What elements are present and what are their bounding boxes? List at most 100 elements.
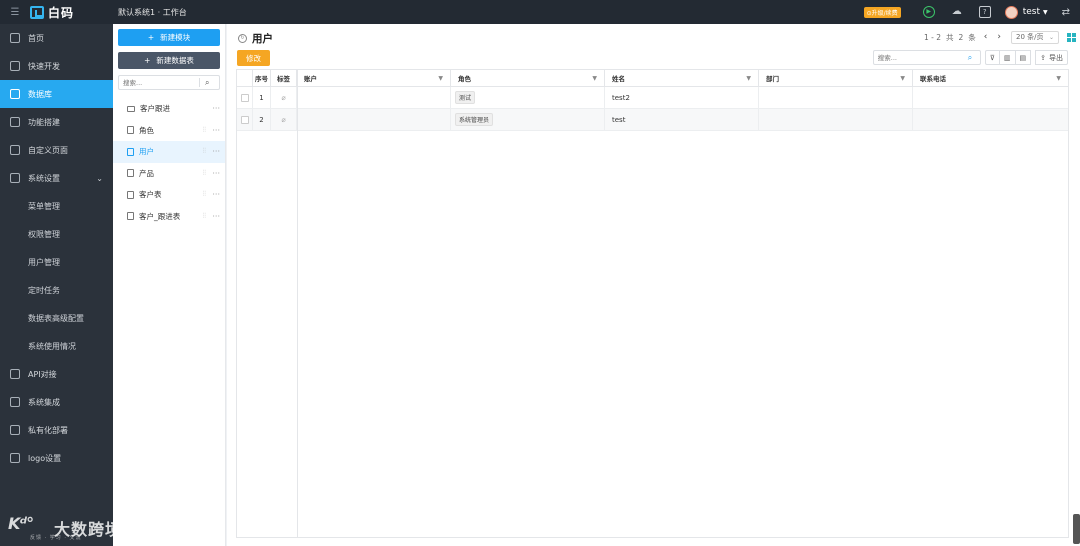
integration-icon	[10, 397, 20, 407]
sidebar-item-deploy[interactable]: 私有化部署	[0, 416, 113, 444]
caret-down-icon[interactable]: ▼	[1043, 9, 1048, 16]
tree-search-input[interactable]	[119, 76, 199, 89]
more-icon[interactable]: ···	[212, 190, 220, 199]
tune-icon[interactable]: ⫶⫶	[203, 126, 207, 135]
more-icon[interactable]: ···	[212, 169, 220, 178]
search-icon[interactable]: ⌕	[205, 78, 209, 88]
sidebar-subitem-permission[interactable]: 权限管理	[0, 220, 113, 248]
new-table-label: 新建数据表	[156, 56, 194, 65]
column-header-label: 角色	[458, 75, 471, 83]
switch-icon[interactable]: ⇄	[1062, 7, 1070, 18]
column-header-phone[interactable]: 联系电话 ▼	[913, 70, 1068, 86]
search-icon[interactable]: ⌕	[968, 53, 972, 63]
tree-search: ⌕	[118, 75, 220, 90]
breadcrumb: 默认系统1 · 工作台	[118, 7, 187, 17]
tree-node-customer[interactable]: 客户表 ⫶⫶ ···	[113, 184, 225, 206]
file-icon	[127, 190, 134, 199]
tune-icon[interactable]: ⫶⫶	[203, 190, 207, 199]
user-name[interactable]: test	[1023, 7, 1040, 17]
sidebar-item-api[interactable]: API对接	[0, 360, 113, 388]
table-row[interactable]: 2 ⌀ 系统管理员 test	[237, 109, 1068, 131]
column-header-name[interactable]: 姓名 ▼	[605, 70, 759, 86]
layout-grid-icon[interactable]	[1067, 32, 1076, 42]
tune-icon[interactable]: ⫶⫶	[203, 212, 207, 221]
logo-settings-icon	[10, 453, 20, 463]
avatar[interactable]	[1004, 5, 1018, 19]
sort-icon[interactable]: ▼	[438, 75, 443, 82]
sidebar-item-build[interactable]: 功能搭建	[0, 108, 113, 136]
sidebar-item-custom-page[interactable]: 自定义页面	[0, 136, 113, 164]
help-icon[interactable]: ?	[978, 6, 991, 18]
sort-icon[interactable]: ▼	[592, 75, 597, 82]
column-header-role[interactable]: 角色 ▼	[451, 70, 605, 86]
more-icon[interactable]: ···	[212, 126, 220, 135]
sidebar-item-label: API对接	[28, 369, 57, 379]
sidebar-item-database[interactable]: 数据库	[0, 80, 113, 108]
sidebar-item-home[interactable]: 首页	[0, 24, 113, 52]
tree-node-user[interactable]: 用户 ⫶⫶ ···	[113, 141, 225, 163]
new-table-button[interactable]: + 新建数据表	[118, 52, 220, 69]
plus-icon: +	[144, 56, 151, 65]
tree-node-customer-follow-table[interactable]: 客户_跟进表 ⫶⫶ ···	[113, 206, 225, 228]
page-size-select[interactable]: 20 条/页 ⌄	[1011, 30, 1059, 44]
column-header-account[interactable]: 账户 ▼	[297, 70, 451, 86]
tree-node-label: 客户_跟进表	[139, 211, 181, 221]
app-logo[interactable]: 白码	[30, 4, 112, 21]
more-icon[interactable]: ···	[212, 147, 220, 156]
edit-button[interactable]: 修改	[237, 50, 270, 66]
more-icon[interactable]: ···	[212, 212, 220, 221]
tree-node-role[interactable]: 角色 ⫶⫶ ···	[113, 120, 225, 142]
settings-icon	[10, 173, 20, 183]
sort-icon[interactable]: ▼	[1056, 75, 1061, 82]
sidebar-item-label: 自定义页面	[28, 145, 68, 155]
new-module-button[interactable]: + 新建模块	[118, 29, 220, 46]
sidebar-item-logo[interactable]: logo设置	[0, 444, 113, 472]
column-settings-icon[interactable]: ▤	[1015, 50, 1032, 65]
upgrade-button[interactable]: ⊙升级/续费	[863, 6, 901, 18]
filter-icon[interactable]: ⊽	[984, 50, 1000, 65]
export-button[interactable]: ⇪ 导出	[1035, 50, 1068, 65]
sort-icon[interactable]: ▼	[900, 75, 905, 82]
sidebar-item-settings[interactable]: 系统设置 ⌄	[0, 164, 113, 192]
pagination: 1 - 2 共 2 条 ‹ › 20 条/页 ⌄	[924, 30, 1080, 44]
sidebar-item-quick-dev[interactable]: 快速开发	[0, 52, 113, 80]
sidebar-subitem-table-config[interactable]: 数据表高级配置	[0, 304, 113, 332]
sidebar-subitem-usage[interactable]: 系统使用情况	[0, 332, 113, 360]
attachment-icon[interactable]: ⌀	[281, 94, 285, 102]
sidebar-subitem-menu[interactable]: 菜单管理	[0, 192, 113, 220]
sidebar-subitem-scheduled[interactable]: 定时任务	[0, 276, 113, 304]
sort-icon[interactable]: ▼	[746, 75, 751, 82]
cube-icon	[10, 61, 20, 71]
tune-icon[interactable]: ⫶⫶	[203, 169, 207, 178]
sidebar-item-label: 数据库	[28, 89, 52, 99]
table-toolbar: ⌕ ⊽ ▥ ▤ ⇪ 导出	[872, 50, 1068, 65]
tree-node-label: 客户跟进	[140, 104, 170, 114]
column-header-dept[interactable]: 部门 ▼	[759, 70, 913, 86]
tune-icon[interactable]: ⫶⫶	[203, 147, 207, 156]
row-checkbox[interactable]	[241, 93, 249, 102]
chevron-down-icon[interactable]: ⌄	[96, 174, 103, 183]
tree-node-product[interactable]: 产品 ⫶⫶ ···	[113, 163, 225, 185]
sidebar-item-label: 私有化部署	[28, 425, 68, 435]
prev-page-icon[interactable]: ‹	[984, 32, 988, 42]
cloud-icon[interactable]: ☁	[951, 6, 963, 18]
row-checkbox[interactable]	[241, 115, 249, 124]
tree-node-customer-follow[interactable]: 客户跟进 ···	[113, 98, 225, 120]
sidebar-subitem-users[interactable]: 用户管理	[0, 248, 113, 276]
total-prefix: 共	[946, 32, 954, 42]
attachment-icon[interactable]: ⌀	[281, 116, 285, 124]
table-row[interactable]: 1 ⌀ 测试 test2	[237, 87, 1068, 109]
cell-phone	[913, 109, 1068, 130]
cell-name: test2	[605, 87, 759, 108]
menu-icon[interactable]: ☰	[0, 7, 30, 18]
scrollbar-handle[interactable]	[1073, 514, 1080, 544]
sidebar-item-integration[interactable]: 系统集成	[0, 388, 113, 416]
column-header-label: 姓名	[612, 75, 625, 83]
more-icon[interactable]: ···	[212, 104, 220, 113]
refresh-icon[interactable]: ↻	[238, 34, 247, 43]
table-search-input[interactable]	[873, 53, 962, 62]
play-icon[interactable]: ▶	[922, 6, 935, 18]
chart-icon[interactable]: ▥	[999, 50, 1016, 65]
sidebar: 首页 快速开发 数据库 功能搭建 自定义页面 系统设置 ⌄ 菜单管理 权限管理 …	[0, 24, 121, 546]
next-page-icon[interactable]: ›	[997, 32, 1001, 42]
